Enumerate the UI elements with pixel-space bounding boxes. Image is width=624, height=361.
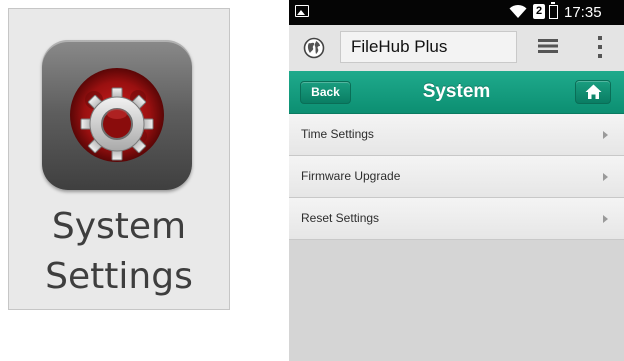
- menu-item-reset-settings[interactable]: Reset Settings: [289, 198, 624, 240]
- status-time: 17:35: [564, 4, 602, 21]
- screenshot-stage: System Settings 2 17:35 FileHub Plus Bac…: [0, 0, 624, 361]
- app-icon-label-line2: Settings: [45, 256, 193, 297]
- overflow-menu-icon[interactable]: [597, 35, 603, 59]
- back-button[interactable]: Back: [300, 81, 351, 104]
- title-bar: Back System: [289, 71, 624, 114]
- app-icon-panel: System Settings: [8, 8, 230, 310]
- sim-icon: 2: [533, 4, 545, 19]
- app-bar: FileHub Plus: [289, 25, 624, 71]
- chevron-right-icon: [603, 215, 608, 223]
- home-icon: [585, 84, 602, 99]
- menu-item-label: Reset Settings: [301, 211, 380, 225]
- status-bar: 2 17:35: [289, 0, 624, 25]
- menu-item-time-settings[interactable]: Time Settings: [289, 114, 624, 156]
- battery-icon: [549, 2, 558, 19]
- layers-icon[interactable]: [538, 38, 558, 54]
- chevron-right-icon: [603, 131, 608, 139]
- app-icon-label-line1: System: [51, 206, 187, 247]
- address-field[interactable]: FileHub Plus: [340, 31, 517, 63]
- menu-item-label: Time Settings: [301, 127, 374, 141]
- system-settings-app-icon[interactable]: [42, 40, 192, 190]
- chevron-right-icon: [603, 173, 608, 181]
- image-icon: [295, 5, 309, 17]
- settings-menu-list: Time Settings Firmware Upgrade Reset Set…: [289, 114, 624, 240]
- phone-screen: 2 17:35 FileHub Plus Back System Time Se…: [289, 0, 624, 361]
- gear-icon: [70, 68, 164, 162]
- menu-item-label: Firmware Upgrade: [301, 169, 401, 183]
- wifi-icon: [509, 4, 527, 18]
- page-title: System: [422, 81, 491, 102]
- menu-item-firmware-upgrade[interactable]: Firmware Upgrade: [289, 156, 624, 198]
- globe-icon[interactable]: [303, 37, 325, 59]
- home-button[interactable]: [575, 80, 611, 104]
